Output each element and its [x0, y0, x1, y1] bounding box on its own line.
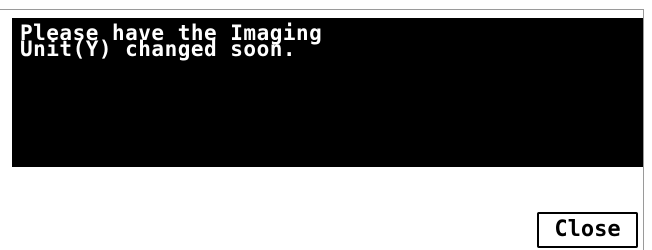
warning-message: Please have the Imaging Unit(Y) changed …: [20, 21, 323, 61]
dialog-frame-top-edge: [0, 9, 643, 10]
message-panel: Please have the Imaging Unit(Y) changed …: [12, 18, 643, 167]
dialog-frame-right-edge: [643, 9, 644, 250]
warning-dialog: Please have the Imaging Unit(Y) changed …: [0, 0, 652, 250]
close-button[interactable]: Close: [537, 212, 638, 248]
